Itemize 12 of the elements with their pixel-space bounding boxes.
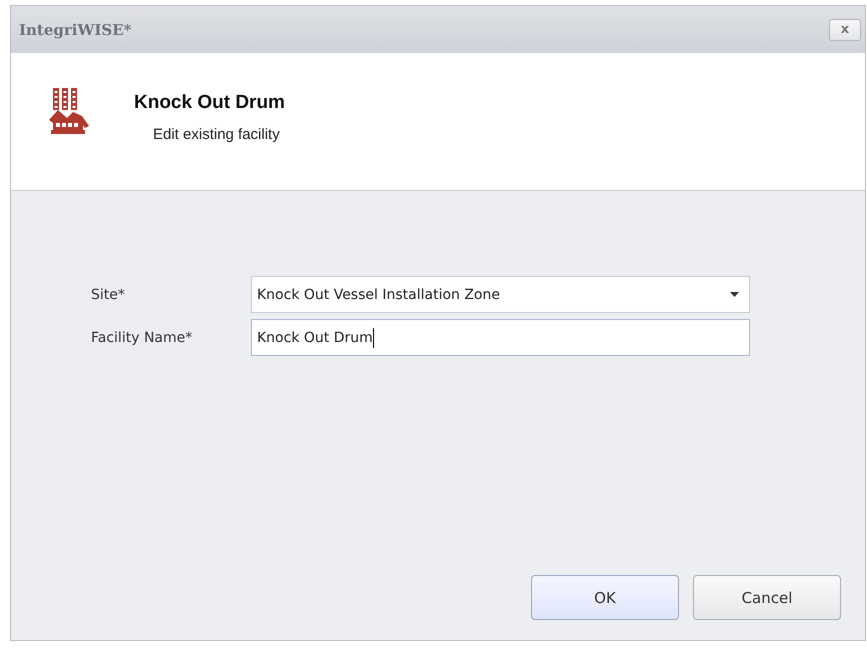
dialog-button[interactable]: Cancel: [693, 575, 841, 620]
factory-icon: [49, 88, 89, 134]
field-label: Site*: [91, 286, 126, 302]
dropdown-arrow-icon: [730, 292, 739, 297]
dialog-button[interactable]: OK: [531, 575, 679, 620]
header-subtitle: Edit existing facility: [153, 126, 281, 143]
facility-name-input[interactable]: Knock Out Drum: [251, 319, 750, 356]
field-label: Facility Name*: [91, 330, 194, 346]
window-title: IntegriWISE*: [19, 20, 132, 38]
close-button[interactable]: x: [829, 18, 861, 40]
site-dropdown[interactable]: Knock Out Vessel Installation Zone: [251, 276, 750, 313]
header-title: Knock Out Drum: [134, 92, 285, 114]
